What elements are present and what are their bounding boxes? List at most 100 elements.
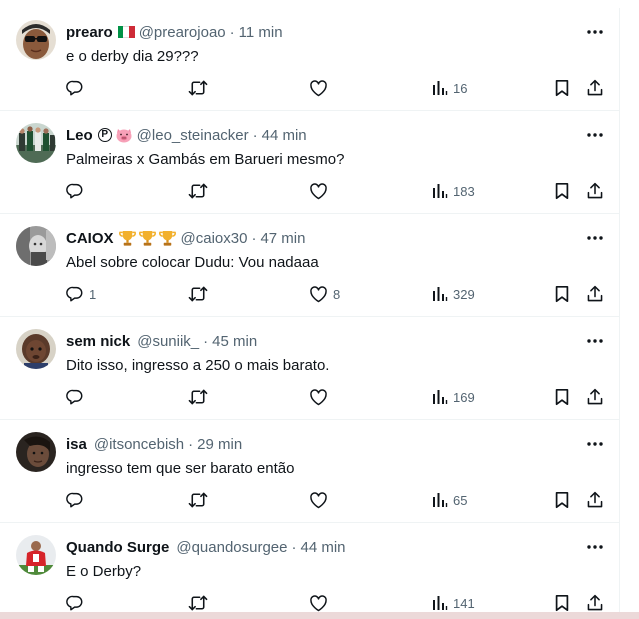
like-button[interactable]	[309, 387, 333, 407]
retweet-button[interactable]	[188, 387, 213, 407]
display-name[interactable]: Leo	[66, 127, 93, 144]
display-name[interactable]: prearo	[66, 24, 113, 41]
bookmark-button[interactable]	[554, 284, 570, 304]
action-bar: 65	[0, 490, 619, 510]
tweet[interactable]: Quando Surge @quandosurgee · 44 min E o …	[0, 523, 619, 619]
bookmark-icon	[554, 285, 570, 303]
bookmark-button[interactable]	[554, 387, 570, 407]
bookmark-button[interactable]	[554, 490, 570, 510]
display-name[interactable]: sem nick	[66, 333, 130, 350]
tweet[interactable]: prearo @prearojoao · 11 min e o derby di…	[0, 8, 619, 111]
tweet-text: ingresso tem que ser barato então	[66, 460, 295, 477]
reply-button[interactable]	[66, 78, 89, 98]
timestamp[interactable]: 44 min	[301, 539, 346, 556]
views-count: 16	[453, 80, 468, 96]
share-icon	[586, 594, 604, 612]
pig-icon	[115, 127, 133, 143]
reply-button[interactable]	[66, 593, 89, 613]
retweet-icon	[188, 285, 208, 303]
bookmark-button[interactable]	[554, 593, 570, 613]
like-button[interactable]	[309, 593, 333, 613]
more-icon[interactable]	[585, 335, 605, 347]
views-button[interactable]: 16	[432, 78, 467, 98]
avatar[interactable]	[16, 20, 56, 60]
share-button[interactable]	[586, 387, 604, 407]
display-name[interactable]: CAIOX	[66, 230, 114, 247]
timestamp[interactable]: 45 min	[212, 333, 257, 350]
like-button[interactable]	[309, 490, 333, 510]
tweet[interactable]: isa @itsoncebish · 29 min ingresso tem q…	[0, 420, 619, 523]
display-name[interactable]: Quando Surge	[66, 539, 169, 556]
avatar[interactable]	[16, 329, 56, 369]
user-handle[interactable]: @prearojoao	[139, 24, 226, 41]
user-handle[interactable]: @leo_steinacker	[137, 127, 249, 144]
tweet-text: Dito isso, ingresso a 250 o mais barato.	[66, 357, 330, 374]
tweet[interactable]: CAIOX @caiox30 · 47 min Abel sobre coloc…	[0, 214, 619, 317]
tweet[interactable]: sem nick @suniik_ · 45 min Dito isso, in…	[0, 317, 619, 420]
timestamp[interactable]: 47 min	[260, 230, 305, 247]
reply-icon	[66, 594, 84, 612]
share-icon	[586, 388, 604, 406]
bookmark-button[interactable]	[554, 78, 570, 98]
user-handle[interactable]: @itsoncebish	[94, 436, 184, 453]
more-icon[interactable]	[585, 232, 605, 244]
reply-icon	[66, 79, 84, 97]
like-button[interactable]: 8	[309, 284, 340, 304]
like-icon	[309, 594, 328, 612]
like-button[interactable]	[309, 181, 333, 201]
reply-button[interactable]	[66, 181, 89, 201]
more-icon[interactable]	[585, 26, 605, 38]
separator-dot: ·	[252, 126, 258, 144]
more-icon[interactable]	[585, 541, 605, 553]
bookmark-icon	[554, 79, 570, 97]
retweet-icon	[188, 388, 208, 406]
retweet-button[interactable]	[188, 78, 213, 98]
views-button[interactable]: 183	[432, 181, 475, 201]
views-button[interactable]: 65	[432, 490, 467, 510]
avatar[interactable]	[16, 226, 56, 266]
avatar[interactable]	[16, 432, 56, 472]
views-icon	[432, 80, 448, 96]
bookmark-button[interactable]	[554, 181, 570, 201]
avatar[interactable]	[16, 123, 56, 163]
reply-button[interactable]: 1	[66, 284, 96, 304]
share-button[interactable]	[586, 593, 604, 613]
reply-button[interactable]	[66, 387, 89, 407]
display-name[interactable]: isa	[66, 436, 87, 453]
views-button[interactable]: 141	[432, 593, 475, 613]
more-icon[interactable]	[585, 129, 605, 141]
tweet-text: e o derby dia 29???	[66, 48, 199, 65]
views-icon	[432, 595, 448, 611]
views-count: 169	[453, 389, 475, 405]
retweet-button[interactable]	[188, 593, 213, 613]
share-button[interactable]	[586, 181, 604, 201]
user-handle[interactable]: @caiox30	[181, 230, 248, 247]
timestamp[interactable]: 11 min	[239, 24, 283, 41]
tweet[interactable]: Leo P @leo_steinacker · 44 min Palmeiras…	[0, 111, 619, 214]
user-handle[interactable]: @quandosurgee	[176, 539, 287, 556]
more-icon[interactable]	[585, 438, 605, 450]
views-button[interactable]: 329	[432, 284, 475, 304]
separator-dot: ·	[203, 332, 209, 350]
avatar[interactable]	[16, 535, 56, 575]
tweet-header: CAIOX @caiox30 · 47 min	[66, 228, 579, 248]
action-bar: 1 8 329	[0, 284, 619, 304]
reply-button[interactable]	[66, 490, 89, 510]
tweet-header: prearo @prearojoao · 11 min	[66, 22, 579, 42]
views-button[interactable]: 169	[432, 387, 475, 407]
retweet-button[interactable]	[188, 181, 213, 201]
bookmark-icon	[554, 594, 570, 612]
separator-dot: ·	[251, 229, 257, 247]
views-count: 329	[453, 286, 475, 302]
retweet-button[interactable]	[188, 490, 213, 510]
views-icon	[432, 286, 448, 302]
share-button[interactable]	[586, 490, 604, 510]
timestamp[interactable]: 29 min	[197, 436, 242, 453]
user-handle[interactable]: @suniik_	[137, 333, 199, 350]
tweet-header: sem nick @suniik_ · 45 min	[66, 331, 579, 351]
retweet-button[interactable]	[188, 284, 213, 304]
like-button[interactable]	[309, 78, 333, 98]
share-button[interactable]	[586, 284, 604, 304]
timestamp[interactable]: 44 min	[262, 127, 307, 144]
share-button[interactable]	[586, 78, 604, 98]
